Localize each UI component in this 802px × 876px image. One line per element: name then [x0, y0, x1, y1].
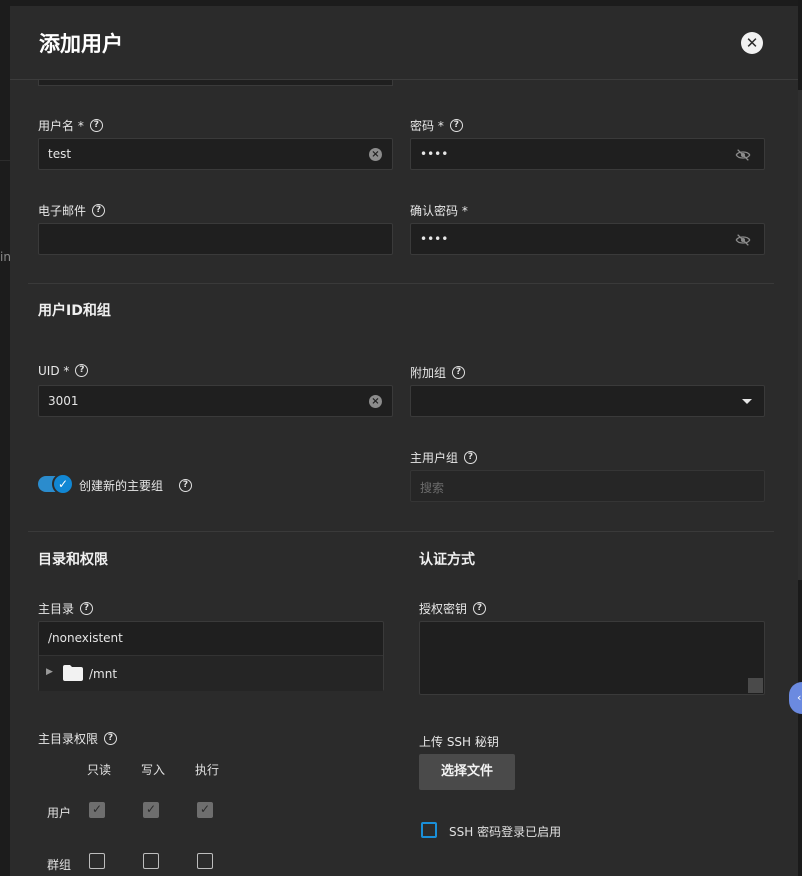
primary-group-search[interactable]: 搜索 — [410, 470, 765, 502]
uid-value: 3001 — [48, 394, 79, 408]
home-dir-label-text: 主目录 — [38, 602, 75, 616]
email-label-text: 电子邮件 — [38, 204, 87, 218]
auth-key-textarea[interactable] — [419, 621, 765, 695]
question-circle-icon[interactable]: ? — [452, 366, 466, 379]
question-circle-icon[interactable]: ? — [464, 451, 478, 464]
backdrop-divider — [0, 160, 10, 161]
perm-user-write-checkbox[interactable]: ✓ — [143, 802, 159, 818]
caret-down-icon[interactable] — [742, 399, 752, 404]
clear-circle-icon[interactable]: × — [369, 148, 382, 161]
primary-group-label: 主用户组? — [410, 449, 478, 466]
section-title-auth: 认证方式 — [419, 552, 475, 568]
email-label: 电子邮件? — [38, 202, 106, 219]
create-group-label: 创建新的主要组? — [79, 477, 193, 494]
auth-key-label-text: 授权密钥 — [419, 602, 468, 616]
question-circle-icon[interactable]: ? — [449, 119, 463, 132]
floating-action-icon[interactable]: ‹ — [789, 682, 802, 714]
aux-groups-select[interactable] — [410, 385, 765, 417]
password-label-text: 密码 * — [410, 119, 444, 133]
question-circle-icon[interactable]: ? — [473, 602, 487, 615]
email-input[interactable] — [38, 223, 393, 255]
confirm-password-label: 确认密码 * — [410, 202, 468, 219]
confirm-password-input[interactable]: •••• — [410, 223, 765, 255]
home-dir-input[interactable]: /nonexistent — [48, 631, 123, 645]
perm-group-read-checkbox[interactable] — [89, 853, 105, 869]
expand-arrow-icon[interactable]: ▶ — [46, 667, 53, 677]
question-circle-icon[interactable]: ? — [92, 204, 106, 217]
password-value: •••• — [420, 147, 449, 161]
dialog-header: 添加用户 ✕ — [10, 6, 798, 80]
perm-col-write: 写入 — [141, 763, 166, 777]
add-user-dialog: 添加用户 ✕ 用户名 *? test × 密码 *? •••• 电子邮件? 确认… — [10, 6, 798, 876]
question-circle-icon[interactable]: ? — [80, 602, 94, 615]
perm-col-execute: 执行 — [195, 763, 220, 777]
close-icon[interactable]: ✕ — [741, 32, 763, 54]
password-label: 密码 *? — [410, 117, 463, 134]
question-circle-icon[interactable]: ? — [89, 119, 103, 132]
uid-input[interactable]: 3001 × — [38, 385, 393, 417]
aux-groups-label-text: 附加组 — [410, 366, 447, 380]
username-label-text: 用户名 * — [38, 119, 84, 133]
primary-group-label-text: 主用户组 — [410, 451, 459, 465]
perm-group-write-checkbox[interactable] — [143, 853, 159, 869]
question-circle-icon[interactable]: ? — [104, 732, 118, 745]
section-divider — [28, 283, 774, 284]
upload-ssh-label: 上传 SSH 秘钥 — [419, 735, 499, 749]
clear-circle-icon[interactable]: × — [369, 395, 382, 408]
confirm-password-label-text: 确认密码 * — [410, 204, 468, 218]
perm-row-user: 用户 — [47, 806, 72, 820]
eye-off-icon[interactable] — [734, 232, 752, 248]
perm-user-read-checkbox[interactable]: ✓ — [89, 802, 105, 818]
check-icon: ✓ — [52, 473, 74, 495]
section-title-dirs: 目录和权限 — [38, 552, 108, 568]
username-value: test — [48, 147, 72, 161]
question-circle-icon[interactable]: ? — [75, 364, 89, 377]
perm-row-group: 群组 — [47, 858, 72, 872]
home-dir-label: 主目录? — [38, 600, 94, 617]
resize-handle[interactable] — [748, 678, 763, 693]
section-divider — [28, 531, 774, 532]
perm-user-execute-checkbox[interactable]: ✓ — [197, 802, 213, 818]
username-input[interactable]: test × — [38, 138, 393, 170]
scrollbar-thumb[interactable] — [798, 90, 802, 580]
ssh-password-login-checkbox[interactable] — [421, 822, 437, 838]
uid-label-text: UID * — [38, 364, 70, 378]
home-perms-label-text: 主目录权限 — [38, 732, 99, 746]
folder-icon — [63, 665, 83, 681]
eye-off-icon[interactable] — [734, 147, 752, 163]
auth-key-label: 授权密钥? — [419, 600, 487, 617]
tree-node-mnt[interactable]: ▶ /mnt — [39, 656, 383, 691]
perm-col-read: 只读 — [87, 763, 112, 777]
section-title-ids: 用户ID和组 — [38, 303, 111, 319]
home-perms-label: 主目录权限? — [38, 730, 118, 747]
question-circle-icon[interactable]: ? — [179, 479, 193, 492]
choose-file-button[interactable]: 选择文件 — [419, 754, 515, 790]
perm-group-execute-checkbox[interactable] — [197, 853, 213, 869]
confirm-password-value: •••• — [420, 232, 449, 246]
create-group-toggle[interactable]: ✓ — [38, 473, 74, 495]
aux-groups-label: 附加组? — [410, 364, 466, 381]
dialog-title: 添加用户 — [39, 32, 123, 56]
primary-group-placeholder: 搜索 — [420, 481, 445, 495]
username-label: 用户名 *? — [38, 117, 103, 134]
password-input[interactable]: •••• — [410, 138, 765, 170]
create-group-label-text[interactable]: 创建新的主要组 — [79, 479, 163, 493]
home-dir-explorer: /nonexistent ▶ /mnt — [38, 621, 384, 691]
ssh-password-login-label: SSH 密码登录已启用 — [449, 825, 562, 839]
uid-label: UID *? — [38, 364, 89, 378]
tree-node-label: /mnt — [89, 667, 118, 681]
